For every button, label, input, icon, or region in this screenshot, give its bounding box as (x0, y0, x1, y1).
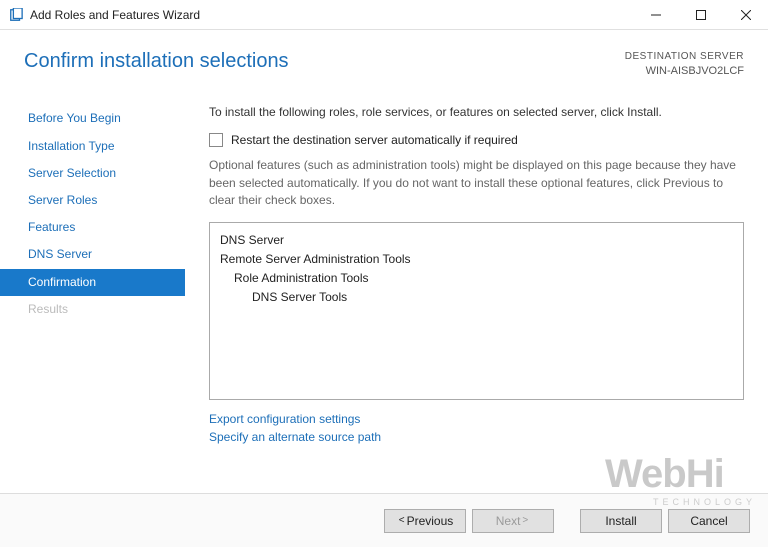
list-item: DNS Server (220, 231, 733, 250)
minimize-button[interactable] (633, 0, 678, 29)
alternate-source-link[interactable]: Specify an alternate source path (209, 428, 381, 446)
close-button[interactable] (723, 0, 768, 29)
restart-checkbox[interactable] (209, 133, 223, 147)
destination-server: DESTINATION SERVER WIN-AISBJVO2LCF (625, 50, 744, 79)
wizard-header: Confirm installation selections DESTINAT… (0, 30, 768, 89)
nav-before-you-begin[interactable]: Before You Begin (0, 105, 185, 132)
nav-server-roles[interactable]: Server Roles (0, 187, 185, 214)
maximize-button[interactable] (678, 0, 723, 29)
intro-text: To install the following roles, role ser… (209, 105, 744, 119)
window-controls (633, 0, 768, 29)
list-item: Role Administration Tools (220, 269, 733, 288)
install-button[interactable]: Install (580, 509, 662, 533)
wizard-nav: Before You Begin Installation Type Serve… (0, 89, 185, 482)
optional-features-note: Optional features (such as administratio… (209, 157, 744, 209)
restart-checkbox-row: Restart the destination server automatic… (209, 133, 744, 147)
destination-label: DESTINATION SERVER (625, 50, 744, 64)
cancel-button[interactable]: Cancel (668, 509, 750, 533)
next-button-label: Next (496, 514, 521, 528)
nav-results: Results (0, 296, 185, 323)
chevron-left-icon: < (397, 515, 407, 526)
nav-features[interactable]: Features (0, 214, 185, 241)
wizard-footer: < Previous Next > Install Cancel (0, 493, 768, 547)
nav-server-selection[interactable]: Server Selection (0, 160, 185, 187)
list-item: DNS Server Tools (220, 288, 733, 307)
previous-button-label: Previous (407, 514, 454, 528)
destination-value: WIN-AISBJVO2LCF (625, 64, 744, 79)
next-button: Next > (472, 509, 554, 533)
page-heading: Confirm installation selections (24, 50, 289, 73)
list-item: Remote Server Administration Tools (220, 250, 733, 269)
titlebar: Add Roles and Features Wizard (0, 0, 768, 30)
nav-confirmation[interactable]: Confirmation (0, 269, 185, 296)
window-title: Add Roles and Features Wizard (30, 8, 633, 22)
action-links: Export configuration settings Specify an… (209, 410, 744, 446)
app-icon (8, 7, 24, 23)
nav-dns-server[interactable]: DNS Server (0, 241, 185, 268)
nav-installation-type[interactable]: Installation Type (0, 133, 185, 160)
chevron-right-icon: > (520, 515, 530, 526)
previous-button[interactable]: < Previous (384, 509, 466, 533)
restart-checkbox-label: Restart the destination server automatic… (231, 133, 518, 147)
export-config-link[interactable]: Export configuration settings (209, 410, 360, 428)
selections-list[interactable]: DNS Server Remote Server Administration … (209, 222, 744, 400)
content-area: To install the following roles, role ser… (185, 89, 768, 482)
